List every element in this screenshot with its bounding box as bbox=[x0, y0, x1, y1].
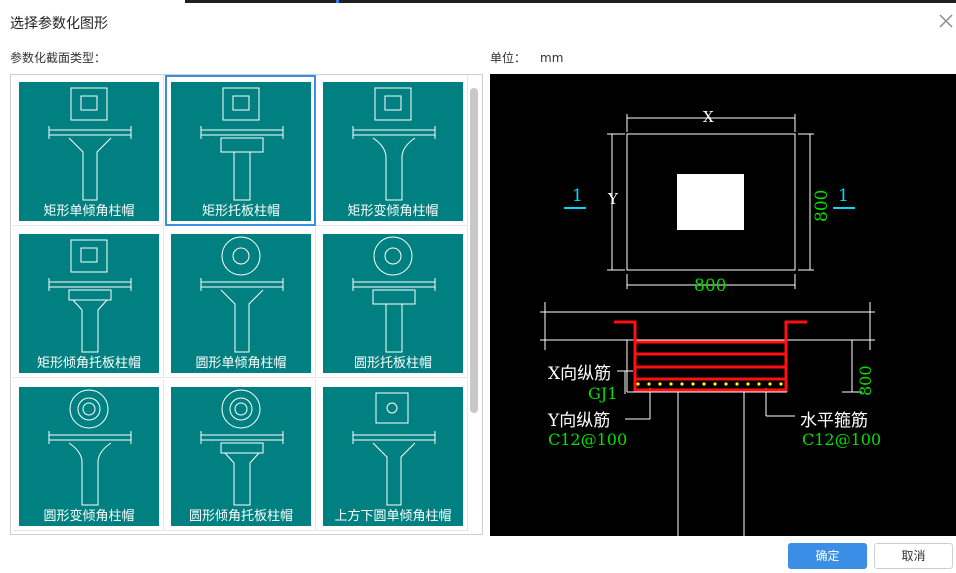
shape-thumbnail: 矩形单倾角柱帽 bbox=[19, 82, 159, 221]
shape-thumbnail: 上方下圆单倾角柱帽 bbox=[323, 387, 463, 526]
shape-thumbnail: 矩形倾角托板柱帽 bbox=[19, 234, 159, 373]
dim-height-label: 800 bbox=[812, 189, 832, 222]
shape-tile[interactable]: 圆形单倾角柱帽 bbox=[165, 227, 316, 378]
rebar-dot bbox=[735, 382, 739, 386]
shape-label: 上方下圆单倾角柱帽 bbox=[334, 509, 452, 524]
rebar-dot bbox=[658, 382, 662, 386]
preview-canvas: X Y 800 800 1 1 800 X向纵筋 GJ1 Y向纵筋 C12@10… bbox=[490, 74, 956, 536]
x-rebar-label: X向纵筋 bbox=[548, 364, 612, 384]
dim-width-label: 800 bbox=[694, 276, 727, 296]
close-icon[interactable] bbox=[937, 12, 955, 30]
cancel-button[interactable]: 取消 bbox=[874, 543, 953, 569]
section-mark-left: 1 bbox=[572, 186, 583, 206]
shape-tile[interactable]: 矩形倾角托板柱帽 bbox=[13, 227, 164, 378]
shape-tile[interactable]: 圆形倾角托板柱帽 bbox=[165, 380, 316, 531]
shape-label: 圆形变倾角柱帽 bbox=[43, 509, 135, 524]
shape-tile[interactable]: 上方下圆单倾角柱帽 bbox=[317, 380, 468, 531]
section-mark-right: 1 bbox=[838, 186, 849, 206]
shape-thumbnail: 圆形托板柱帽 bbox=[323, 234, 463, 373]
top-strip bbox=[0, 0, 956, 4]
shape-label: 矩形倾角托板柱帽 bbox=[36, 356, 141, 371]
shape-grid: 矩形单倾角柱帽 矩形托板柱帽 矩形变倾角柱帽矩形倾角托板柱帽 圆形单倾角柱帽 圆形托板柱… bbox=[10, 74, 483, 535]
stirrup-value: C12@100 bbox=[802, 430, 882, 449]
shape-tile[interactable]: 圆形变倾角柱帽 bbox=[13, 380, 164, 531]
shape-thumbnail: 圆形单倾角柱帽 bbox=[171, 234, 311, 373]
grid-scrollbar[interactable] bbox=[470, 88, 478, 413]
rebar-dot bbox=[691, 382, 695, 386]
ok-button[interactable]: 确定 bbox=[788, 543, 867, 569]
rebar-dot bbox=[636, 382, 640, 386]
y-rebar-value: C12@100 bbox=[548, 430, 628, 449]
stirrup-label: 水平箍筋 bbox=[800, 411, 868, 431]
dim-y-label: Y bbox=[608, 190, 618, 208]
rebar-dot bbox=[746, 382, 750, 386]
shape-label: 圆形单倾角柱帽 bbox=[195, 356, 287, 371]
x-rebar-value: GJ1 bbox=[588, 384, 618, 403]
preview-drawing bbox=[540, 114, 875, 536]
rebar-dot bbox=[768, 382, 772, 386]
shape-label: 圆形倾角托板柱帽 bbox=[188, 509, 293, 524]
dim-x-label: X bbox=[703, 108, 714, 126]
rebar-dot bbox=[669, 382, 673, 386]
shape-thumbnail: 矩形变倾角柱帽 bbox=[323, 82, 463, 221]
shape-thumbnail: 圆形倾角托板柱帽 bbox=[171, 387, 311, 526]
rebar-dot bbox=[647, 382, 651, 386]
shape-tile[interactable]: 矩形单倾角柱帽 bbox=[13, 75, 164, 226]
y-rebar-label: Y向纵筋 bbox=[548, 411, 611, 431]
top-dark-bar bbox=[185, 0, 956, 3]
rebar-dot bbox=[702, 382, 706, 386]
shape-thumbnail: 圆形变倾角柱帽 bbox=[19, 387, 159, 526]
shape-label: 矩形变倾角柱帽 bbox=[347, 204, 439, 219]
unit-value: mm bbox=[540, 51, 564, 65]
shape-label: 圆形托板柱帽 bbox=[353, 356, 432, 371]
shape-tile[interactable]: 矩形变倾角柱帽 bbox=[317, 75, 468, 226]
section-type-label: 参数化截面类型： bbox=[10, 51, 107, 65]
dialog-title: 选择参数化图形 bbox=[10, 16, 108, 32]
rebar-dot bbox=[680, 382, 684, 386]
rebar-dot bbox=[724, 382, 728, 386]
shape-tile[interactable]: 矩形托板柱帽 bbox=[165, 75, 316, 226]
rebar-dot bbox=[779, 382, 783, 386]
shape-label: 矩形单倾角柱帽 bbox=[43, 204, 135, 219]
unit-caption: 单位： bbox=[490, 51, 527, 65]
rebar-dot bbox=[757, 382, 761, 386]
unit-label: 单位： mm bbox=[490, 49, 563, 66]
shape-label: 矩形托板柱帽 bbox=[201, 204, 280, 219]
dim-depth-label: 800 bbox=[856, 365, 875, 396]
rebar-dot bbox=[713, 382, 717, 386]
shape-tile[interactable]: 圆形托板柱帽 bbox=[317, 227, 468, 378]
shape-thumbnail: 矩形托板柱帽 bbox=[171, 82, 311, 221]
top-accent bbox=[336, 0, 339, 3]
